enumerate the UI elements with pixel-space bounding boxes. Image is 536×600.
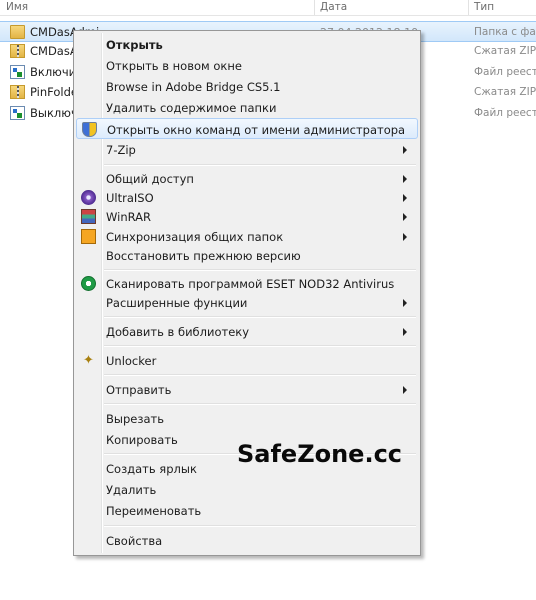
menu-item-ultraiso[interactable]: UltraISO <box>76 187 418 208</box>
context-menu: Открыть Открыть в новом окне Browse in A… <box>73 30 421 556</box>
file-type: Файл реестр <box>474 66 536 78</box>
menu-separator <box>104 164 416 166</box>
menu-item-open-new-window[interactable]: Открыть в новом окне <box>76 55 418 76</box>
menu-item-label: Копировать <box>106 433 178 447</box>
column-date-header[interactable]: Дата <box>320 1 347 13</box>
menu-item-label: Удалить содержимое папки <box>106 101 277 115</box>
submenu-arrow-icon <box>403 194 407 202</box>
winrar-icon <box>81 209 96 224</box>
menu-item-label: Browse in Adobe Bridge CS5.1 <box>106 80 281 94</box>
menu-item-add-to-library[interactable]: Добавить в библиотеку <box>76 321 418 342</box>
ultraiso-icon <box>81 190 96 205</box>
file-name: Выключ <box>30 106 78 120</box>
menu-item-extended-functions[interactable]: Расширенные функции <box>76 292 418 313</box>
menu-item-send-to[interactable]: Отправить <box>76 379 418 400</box>
menu-item-label: Синхронизация общих папок <box>106 230 284 244</box>
menu-item-label: Сканировать программой ESET NOD32 Antivi… <box>106 277 395 291</box>
menu-item-open[interactable]: Открыть <box>76 34 418 55</box>
menu-item-label: Общий доступ <box>106 172 194 186</box>
sync-icon <box>81 229 96 244</box>
menu-item-label: Добавить в библиотеку <box>106 325 250 339</box>
column-divider[interactable] <box>468 0 469 15</box>
uac-shield-icon <box>82 122 97 137</box>
menu-item-label: Вырезать <box>106 412 164 426</box>
file-name: Включи <box>30 65 77 79</box>
column-type-header[interactable]: Тип <box>474 1 494 13</box>
menu-separator <box>104 374 416 376</box>
registry-file-icon <box>10 106 25 120</box>
file-type: Папка с фай <box>474 26 536 38</box>
menu-separator <box>104 269 416 271</box>
submenu-arrow-icon <box>403 175 407 183</box>
menu-item-delete[interactable]: Удалить <box>76 479 418 500</box>
menu-item-rename[interactable]: Переименовать <box>76 500 418 521</box>
submenu-arrow-icon <box>403 386 407 394</box>
menu-item-label: Свойства <box>106 534 163 548</box>
menu-item-cut[interactable]: Вырезать <box>76 408 418 429</box>
menu-separator <box>104 403 416 405</box>
menu-item-label: Unlocker <box>106 354 157 368</box>
menu-item-label: Отправить <box>106 383 172 397</box>
menu-item-label: Удалить <box>106 483 157 497</box>
submenu-arrow-icon <box>403 328 407 336</box>
menu-item-label: UltraISO <box>106 191 154 205</box>
menu-item-label: 7-Zip <box>106 143 136 157</box>
submenu-arrow-icon <box>403 146 407 154</box>
column-name-header[interactable]: Имя <box>6 1 28 13</box>
menu-item-properties[interactable]: Свойства <box>76 530 418 551</box>
submenu-arrow-icon <box>403 299 407 307</box>
menu-item-sharing[interactable]: Общий доступ <box>76 168 418 189</box>
menu-separator <box>104 345 416 347</box>
eset-icon <box>81 276 96 291</box>
menu-item-label: Переименовать <box>106 504 202 518</box>
menu-item-sync-shared-folders[interactable]: Синхронизация общих папок <box>76 226 418 247</box>
submenu-arrow-icon <box>403 233 407 241</box>
menu-item-label: Открыть в новом окне <box>106 59 242 73</box>
menu-item-unlocker[interactable]: ✦ Unlocker <box>76 350 418 371</box>
column-header: Имя Дата Тип <box>0 0 536 16</box>
menu-item-browse-adobe-bridge[interactable]: Browse in Adobe Bridge CS5.1 <box>76 76 418 97</box>
menu-item-label: Расширенные функции <box>106 296 248 310</box>
menu-item-eset-scan[interactable]: Сканировать программой ESET NOD32 Antivi… <box>76 273 418 294</box>
zip-folder-icon <box>10 44 25 58</box>
submenu-arrow-icon <box>403 213 407 221</box>
menu-item-winrar[interactable]: WinRAR <box>76 206 418 227</box>
unlocker-wand-icon: ✦ <box>83 353 94 368</box>
file-type: Сжатая ZIP- <box>474 45 536 57</box>
menu-item-label: Восстановить прежнюю версию <box>106 249 301 263</box>
menu-item-open-admin-cmd[interactable]: Открыть окно команд от имени администрат… <box>76 118 418 139</box>
menu-item-7zip[interactable]: 7-Zip <box>76 139 418 160</box>
zip-folder-icon <box>10 85 25 99</box>
menu-item-restore-previous-version[interactable]: Восстановить прежнюю версию <box>76 245 418 266</box>
menu-item-label: Создать ярлык <box>106 462 197 476</box>
column-divider[interactable] <box>314 0 315 15</box>
menu-separator <box>104 525 416 527</box>
menu-separator <box>104 316 416 318</box>
file-type: Сжатая ZIP- <box>474 86 536 98</box>
file-name: PinFolde <box>30 85 78 99</box>
menu-item-label: WinRAR <box>106 210 151 224</box>
menu-item-label: Открыть <box>106 38 163 52</box>
registry-file-icon <box>10 65 25 79</box>
menu-item-label: Открыть окно команд от имени администрат… <box>107 123 406 137</box>
file-type: Файл реестр <box>474 107 536 119</box>
menu-item-delete-folder-contents[interactable]: Удалить содержимое папки <box>76 97 418 118</box>
folder-icon <box>10 25 25 39</box>
watermark-text: SafeZone.cc <box>237 440 403 468</box>
